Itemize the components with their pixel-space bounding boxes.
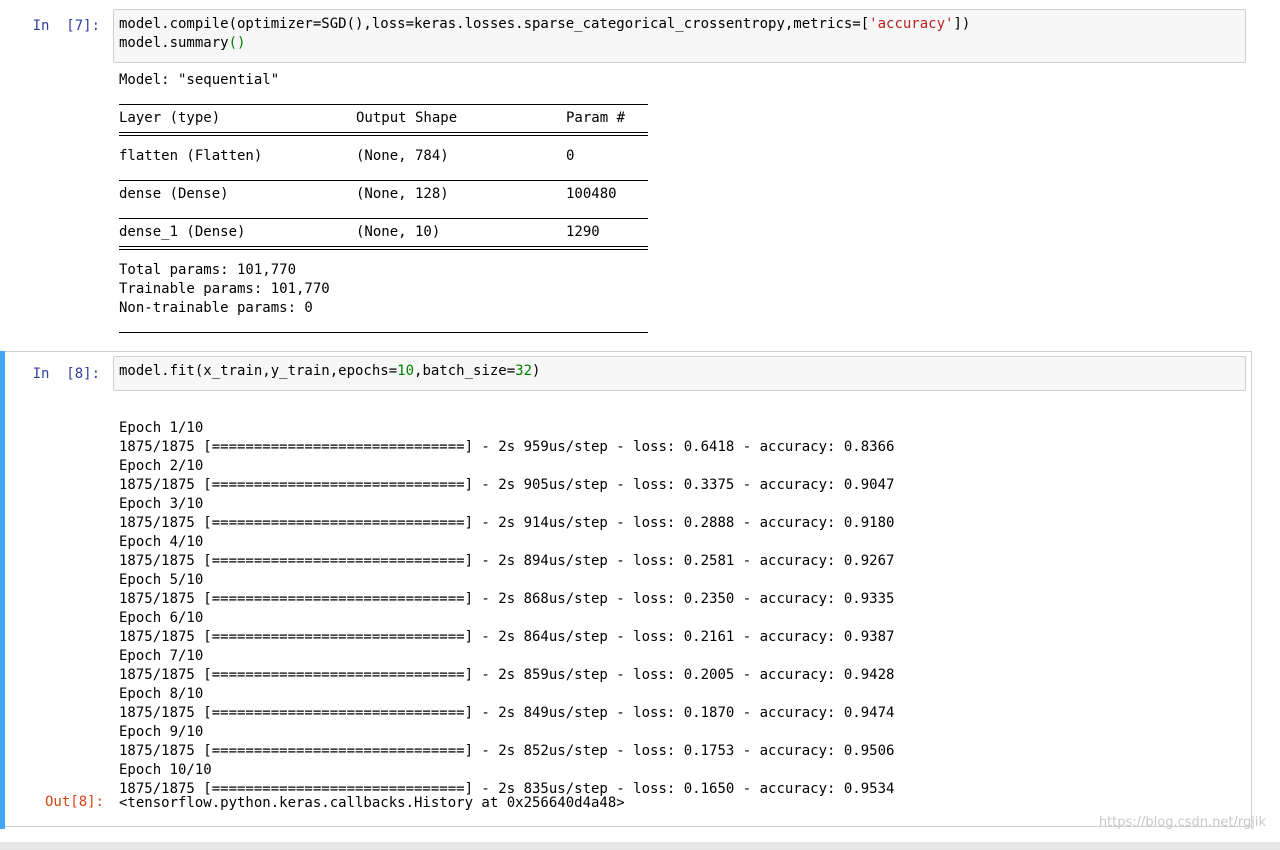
epoch-label: Epoch 6/10 — [119, 610, 204, 626]
epoch-label: Epoch 10/10 — [119, 762, 212, 778]
summary-divider — [119, 218, 648, 219]
code-number: 10 — [397, 363, 415, 379]
epoch-label: Epoch 3/10 — [119, 496, 204, 512]
layer-name: dense_1 (Dense) — [119, 224, 246, 240]
summary-double-divider — [119, 246, 648, 250]
header-layer: Layer (type) — [119, 110, 221, 126]
epoch-label: Epoch 9/10 — [119, 724, 204, 740]
input-prompt: In [7]: — [32, 18, 100, 34]
epoch-progress: 1875/1875 [=============================… — [119, 553, 895, 569]
epoch-progress: 1875/1875 [=============================… — [119, 705, 895, 721]
epoch-label: Epoch 8/10 — [119, 686, 204, 702]
selected-cell-indicator — [0, 351, 5, 829]
summary-divider — [119, 180, 648, 181]
layer-name: dense (Dense) — [119, 186, 229, 202]
output-prompt: Out[8]: — [44, 794, 104, 810]
code-text: model.summary — [119, 35, 229, 51]
epoch-progress: 1875/1875 [=============================… — [119, 477, 895, 493]
epoch-progress: 1875/1875 [=============================… — [119, 439, 895, 455]
code-paren: () — [228, 35, 246, 51]
layer-shape: (None, 10) — [356, 224, 441, 240]
notebook: In [7]: model.compile(optimizer=SGD(),lo… — [0, 0, 1280, 842]
cell-result: <tensorflow.python.keras.callbacks.Histo… — [119, 795, 625, 811]
layer-params: 1290 — [566, 224, 600, 240]
code-text: model.compile(optimizer=SGD(),loss=keras… — [119, 16, 870, 32]
epoch-progress: 1875/1875 [=============================… — [119, 629, 895, 645]
epoch-progress: 1875/1875 [=============================… — [119, 515, 895, 531]
epoch-label: Epoch 5/10 — [119, 572, 204, 588]
training-log: Epoch 1/10 1875/1875 [==================… — [119, 400, 894, 799]
code-text: ) — [532, 363, 541, 379]
header-param: Param # — [566, 110, 626, 126]
layer-params: 100480 — [566, 186, 617, 202]
summary-double-divider — [119, 132, 648, 136]
code-string: 'accuracy' — [869, 16, 954, 32]
layer-params: 0 — [566, 148, 575, 164]
code-text: ,batch_size= — [414, 363, 516, 379]
watermark: https://blog.csdn.net/rgjik — [1098, 815, 1266, 830]
code-cell-7[interactable]: In [7]: model.compile(optimizer=SGD(),lo… — [0, 0, 1252, 346]
layer-shape: (None, 784) — [356, 148, 449, 164]
model-title: Model: "sequential" — [119, 72, 280, 88]
epoch-progress: 1875/1875 [=============================… — [119, 591, 895, 607]
header-output-shape: Output Shape — [356, 110, 458, 126]
epoch-label: Epoch 2/10 — [119, 458, 204, 474]
code-text: ]) — [953, 16, 971, 32]
input-prompt: In [8]: — [32, 366, 100, 382]
layer-name: flatten (Flatten) — [119, 148, 263, 164]
epoch-progress: 1875/1875 [=============================… — [119, 743, 895, 759]
layer-shape: (None, 128) — [356, 186, 449, 202]
code-input[interactable]: model.compile(optimizer=SGD(),loss=keras… — [113, 9, 1246, 63]
page-bottom — [0, 842, 1280, 850]
non-trainable-params: Non-trainable params: 0 — [119, 300, 313, 316]
total-params: Total params: 101,770 — [119, 262, 297, 278]
summary-divider — [119, 332, 648, 333]
code-text: model.fit(x_train,y_train,epochs= — [119, 363, 398, 379]
epoch-progress: 1875/1875 [=============================… — [119, 667, 895, 683]
summary-divider — [119, 104, 648, 105]
epoch-label: Epoch 4/10 — [119, 534, 204, 550]
code-number: 32 — [515, 363, 533, 379]
epoch-label: Epoch 1/10 — [119, 420, 204, 436]
epoch-label: Epoch 7/10 — [119, 648, 204, 664]
trainable-params: Trainable params: 101,770 — [119, 281, 330, 297]
code-input[interactable]: model.fit(x_train,y_train,epochs=10,batc… — [113, 356, 1246, 391]
